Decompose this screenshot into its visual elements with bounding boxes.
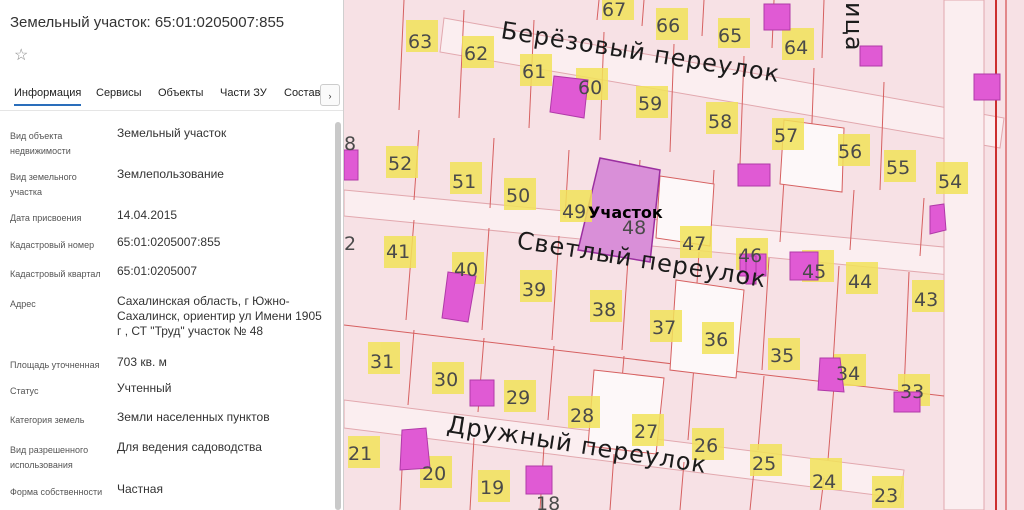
lot-number: 30: [434, 369, 458, 391]
row-value: Для ведения садоводства: [117, 440, 262, 454]
lot-number: 38: [592, 299, 616, 321]
lot-number: 59: [638, 93, 662, 115]
lot-number: 55: [886, 157, 910, 179]
lot-number: 67: [602, 0, 626, 21]
row-key: Дата присвоения: [10, 213, 82, 223]
lot-number: 66: [656, 15, 680, 37]
row-key: Кадастровый номер: [10, 240, 95, 250]
star-outline-icon[interactable]: ☆: [14, 46, 28, 66]
lot-number: 21: [348, 443, 372, 465]
row-key: Категория земель: [10, 415, 85, 425]
lot-number: 51: [452, 171, 476, 193]
row-key: Адрес: [10, 299, 36, 309]
cadastral-map[interactable]: Берёзовый переулок Светлый переулок Друж…: [344, 0, 1024, 510]
lot-number: 24: [812, 471, 836, 493]
row-key: Вид земельного участка: [10, 172, 77, 197]
lot-number: 43: [914, 289, 938, 311]
row-value: 65:01:0205007:855: [117, 235, 221, 249]
row-value: Землепользование: [117, 167, 224, 181]
lot-number: 2: [344, 233, 356, 255]
lot-number: 23: [874, 485, 898, 507]
lot-number: 56: [838, 141, 862, 163]
row-value: Учтенный: [117, 381, 172, 395]
lot-number: 60: [578, 77, 602, 99]
row-value: 65:01:0205007: [117, 264, 198, 278]
lot-number: 54: [938, 171, 962, 193]
lot-number: 52: [388, 153, 412, 175]
row-key: Кадастровый квартал: [10, 269, 101, 279]
lot-number: 20: [422, 463, 446, 485]
tab-scroll-right-button[interactable]: ›: [320, 84, 340, 106]
lot-number: 65: [718, 25, 742, 47]
lot-number: 50: [506, 185, 530, 207]
lot-number: 39: [522, 279, 546, 301]
lot-number: 57: [774, 125, 798, 147]
lot-number: 35: [770, 345, 794, 367]
lot-number: 45: [802, 261, 826, 283]
lot-number: 8: [344, 133, 356, 155]
lot-number: 40: [454, 259, 478, 281]
lot-number: 26: [694, 435, 718, 457]
tab-services[interactable]: Сервисы: [96, 87, 142, 99]
lot-number: 46: [738, 245, 762, 267]
lot-number: 28: [570, 405, 594, 427]
tab-info[interactable]: Информация: [14, 87, 82, 106]
lot-number: 47: [682, 233, 706, 255]
tab-parts[interactable]: Части ЗУ: [220, 87, 267, 99]
selected-parcel-label: Участок: [588, 203, 663, 222]
lot-number: 19: [480, 477, 504, 499]
row-key: Площадь уточненная: [10, 360, 100, 370]
lot-number: 37: [652, 317, 676, 339]
lot-number: 63: [408, 31, 432, 53]
lot-number: 62: [464, 43, 488, 65]
row-value: 703 кв. м: [117, 355, 167, 369]
lot-number: 29: [506, 387, 530, 409]
lot-number: 36: [704, 329, 728, 351]
tab-composition[interactable]: Состав: [284, 87, 320, 99]
row-value: Земли населенных пунктов: [117, 410, 270, 424]
lot-number: 44: [848, 271, 872, 293]
lot-number: 49: [562, 201, 586, 223]
lot-number: 27: [634, 421, 658, 443]
row-key: Вид разрешенного использования: [10, 445, 89, 470]
info-panel: Земельный участок: 65:01:0205007:855 ☆ И…: [0, 0, 344, 510]
lot-number: 18: [536, 493, 560, 510]
row-value: 14.04.2015: [117, 208, 178, 222]
panel-scrollbar[interactable]: [335, 122, 341, 510]
lot-number: 61: [522, 61, 546, 83]
row-value: Сахалинская область, г Южно-Сахалинск, о…: [117, 294, 322, 338]
lot-number: 41: [386, 241, 410, 263]
lot-number: 58: [708, 111, 732, 133]
lot-number: 34: [836, 363, 860, 385]
row-key: Статус: [10, 386, 39, 396]
lot-number: 25: [752, 453, 776, 475]
lot-number: 64: [784, 37, 808, 59]
street-label-top-right: ица: [840, 2, 868, 52]
row-value: Земельный участок: [117, 126, 227, 140]
panel-title: Земельный участок: 65:01:0205007:855: [10, 14, 285, 31]
tab-bar: Информация Сервисы Объекты Части ЗУ Сост…: [0, 84, 343, 112]
row-key: Вид объекта недвижимости: [10, 131, 71, 156]
row-value: Частная: [117, 482, 163, 496]
tab-divider: [0, 110, 343, 111]
tab-objects[interactable]: Объекты: [158, 87, 203, 99]
lot-number: 31: [370, 351, 394, 373]
row-key: Форма собственности: [10, 487, 103, 497]
lot-number: 33: [900, 381, 924, 403]
